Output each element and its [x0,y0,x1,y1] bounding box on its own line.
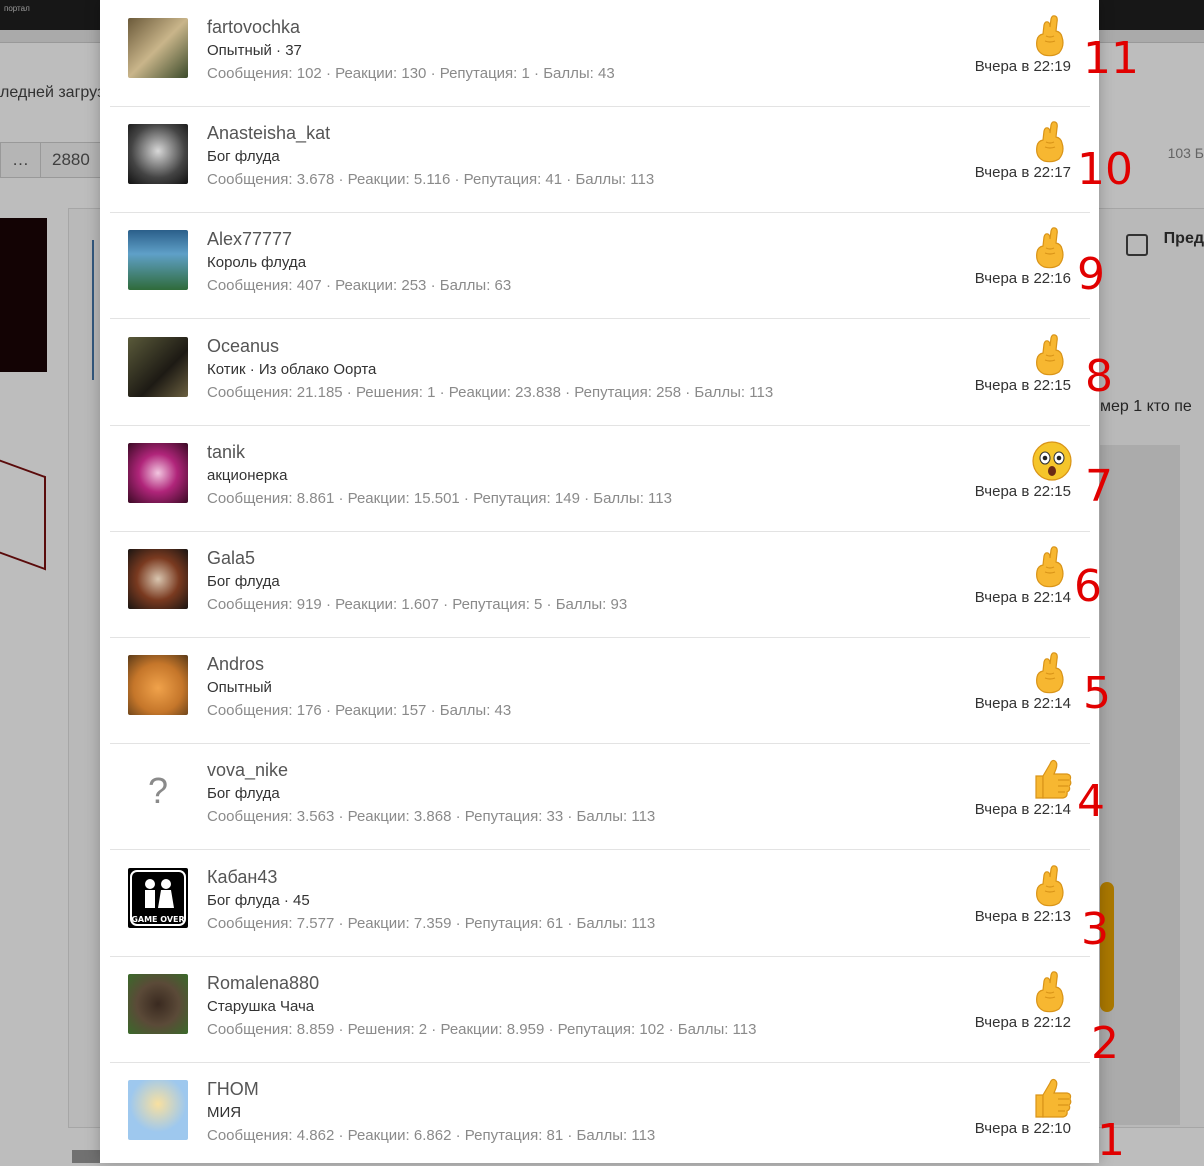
user-title: Бог флуда · 45 [207,891,310,909]
reaction-time[interactable]: Вчера в 22:15 [975,483,1071,500]
reaction-row: ГНОМ МИЯ Сообщения: 4.862 · Реакции: 6.862… [110,1062,1090,1163]
svg-text:GAME OVER: GAME OVER [131,915,184,924]
reaction-row: GAME OVER Кабан43 Бог флуда · 45 Сообщения:… [110,850,1090,957]
reaction-row: Oceanus Котик · Из облако Оорта Сообщения:… [110,319,1090,426]
annotation-number: 7 [1085,461,1113,512]
reaction-row: Gala5 Бог флуда Сообщения: 919 · Реакции: … [110,531,1090,638]
user-stats: Сообщения: 102 · Реакции: 130 · Репутаци… [207,65,615,82]
user-stats: Сообщения: 8.859 · Решения: 2 · Реакции:… [207,1020,757,1038]
reaction-time[interactable]: Вчера в 22:12 [975,1014,1071,1031]
annotation-number: 3 [1081,904,1109,955]
reaction-row: Andros Опытный Сообщения: 176 · Реакции: 1… [110,637,1090,745]
reaction-time[interactable]: Вчера в 22:14 [975,801,1071,818]
user-avatar[interactable] [128,230,188,291]
username-link[interactable]: fartovochka [207,17,300,38]
reaction-row: Alex77777 Король флуда Сообщения: 407 · Ре… [110,212,1090,320]
crossed-fingers-icon [1030,121,1074,163]
user-avatar[interactable] [128,18,188,78]
annotation-number: 5 [1083,668,1111,719]
user-stats: Сообщения: 4.862 · Реакции: 6.862 · Репу… [207,1127,656,1144]
reaction-row: fartovochka Опытный · 37 Сообщения: 102 · … [110,0,1090,107]
annotation-number: 11 [1083,33,1139,84]
user-avatar[interactable] [128,655,188,716]
user-avatar[interactable] [128,973,188,1034]
user-stats: Сообщения: 919 · Реакции: 1.607 · Репута… [207,596,628,613]
username-link[interactable]: Anasteisha_kat [207,123,330,144]
reaction-row: ? vova_nike Бог флуда Сообщения: 3.563 · Ре… [110,743,1090,851]
user-title: Старушка Чача [207,997,315,1015]
user-avatar[interactable] [128,124,188,185]
crossed-fingers-icon [1030,227,1074,269]
user-title: Опытный [207,679,272,697]
reaction-time[interactable]: Вчера в 22:15 [975,377,1071,394]
user-title: Бог флуда [207,573,280,590]
crossed-fingers-icon [1030,333,1074,376]
username-link[interactable]: Oceanus [207,336,279,357]
user-avatar[interactable]: GAME OVER [128,867,188,928]
username-link[interactable]: Alex77777 [207,229,292,250]
user-stats: Сообщения: 21.185 · Решения: 1 · Реакции… [207,383,774,401]
username-link[interactable]: tanik [207,442,245,463]
crossed-fingers-icon [1030,652,1074,694]
annotation-number: 10 [1077,144,1133,195]
reaction-time[interactable]: Вчера в 22:17 [975,164,1071,181]
crossed-fingers-icon [1030,971,1074,1013]
username-link[interactable]: Andros [207,654,264,675]
reaction-time[interactable]: Вчера в 22:10 [975,1120,1071,1137]
username-link[interactable]: Кабан43 [207,867,277,888]
annotation-number: 6 [1074,561,1102,612]
user-title: акционерка [207,466,288,484]
user-title: МИЯ [207,1104,242,1121]
username-link[interactable]: Gala5 [207,548,255,569]
reactions-modal: fartovochka Опытный · 37 Сообщения: 102 · … [100,0,1099,1163]
reaction-row: Romalena880 Старушка Чача Сообщения: 8.859… [110,956,1090,1063]
user-title: Опытный · 37 [207,42,302,59]
user-stats: Сообщения: 3.563 · Реакции: 3.868 · Репу… [207,808,656,826]
annotation-number: 9 [1077,249,1105,300]
user-avatar[interactable] [128,1080,188,1140]
reaction-time[interactable]: Вчера в 22:13 [975,908,1071,925]
avatar-image: GAME OVER [130,869,186,926]
astonished-face-icon [1030,440,1074,482]
annotation-number: 2 [1091,1018,1119,1069]
user-stats: Сообщения: 407 · Реакции: 253 · Баллы: 6… [207,277,512,295]
reaction-row: Anasteisha_kat Бог флуда Сообщения: 3.678 … [110,106,1090,214]
user-avatar[interactable] [128,549,188,609]
reaction-time[interactable]: Вчера в 22:14 [975,589,1071,606]
thumbs-up-icon [1030,1077,1074,1119]
username-link[interactable]: Romalena880 [207,973,319,994]
user-avatar[interactable] [128,336,188,397]
user-avatar[interactable]: ? [128,761,188,822]
user-stats: Сообщения: 176 · Реакции: 157 · Баллы: 4… [207,702,512,720]
annotation-number: 8 [1085,351,1113,402]
reaction-time[interactable]: Вчера в 22:16 [975,270,1071,287]
reaction-row: tanik акционерка Сообщения: 8.861 · Реакци… [110,425,1090,532]
reaction-time[interactable]: Вчера в 22:19 [975,58,1071,75]
user-title: Бог флуда [207,785,280,803]
thumbs-up-icon [1030,758,1074,800]
user-stats: Сообщения: 7.577 · Реакции: 7.359 · Репу… [207,914,656,932]
crossed-fingers-icon [1030,15,1074,57]
annotation-number: 4 [1077,776,1105,827]
username-link[interactable]: ГНОМ [207,1079,259,1100]
user-avatar[interactable] [128,442,188,503]
user-title: Король флуда [207,254,307,272]
user-stats: Сообщения: 3.678 · Реакции: 5.116 · Репу… [207,171,655,189]
crossed-fingers-icon [1030,864,1074,907]
user-stats: Сообщения: 8.861 · Реакции: 15.501 · Реп… [207,489,672,507]
user-title: Котик · Из облако Оорта [207,360,377,378]
reaction-time[interactable]: Вчера в 22:14 [975,695,1071,712]
crossed-fingers-icon [1030,546,1074,588]
user-title: Бог флуда [207,148,280,166]
annotation-number: 1 [1097,1115,1125,1166]
username-link[interactable]: vova_nike [207,760,288,781]
